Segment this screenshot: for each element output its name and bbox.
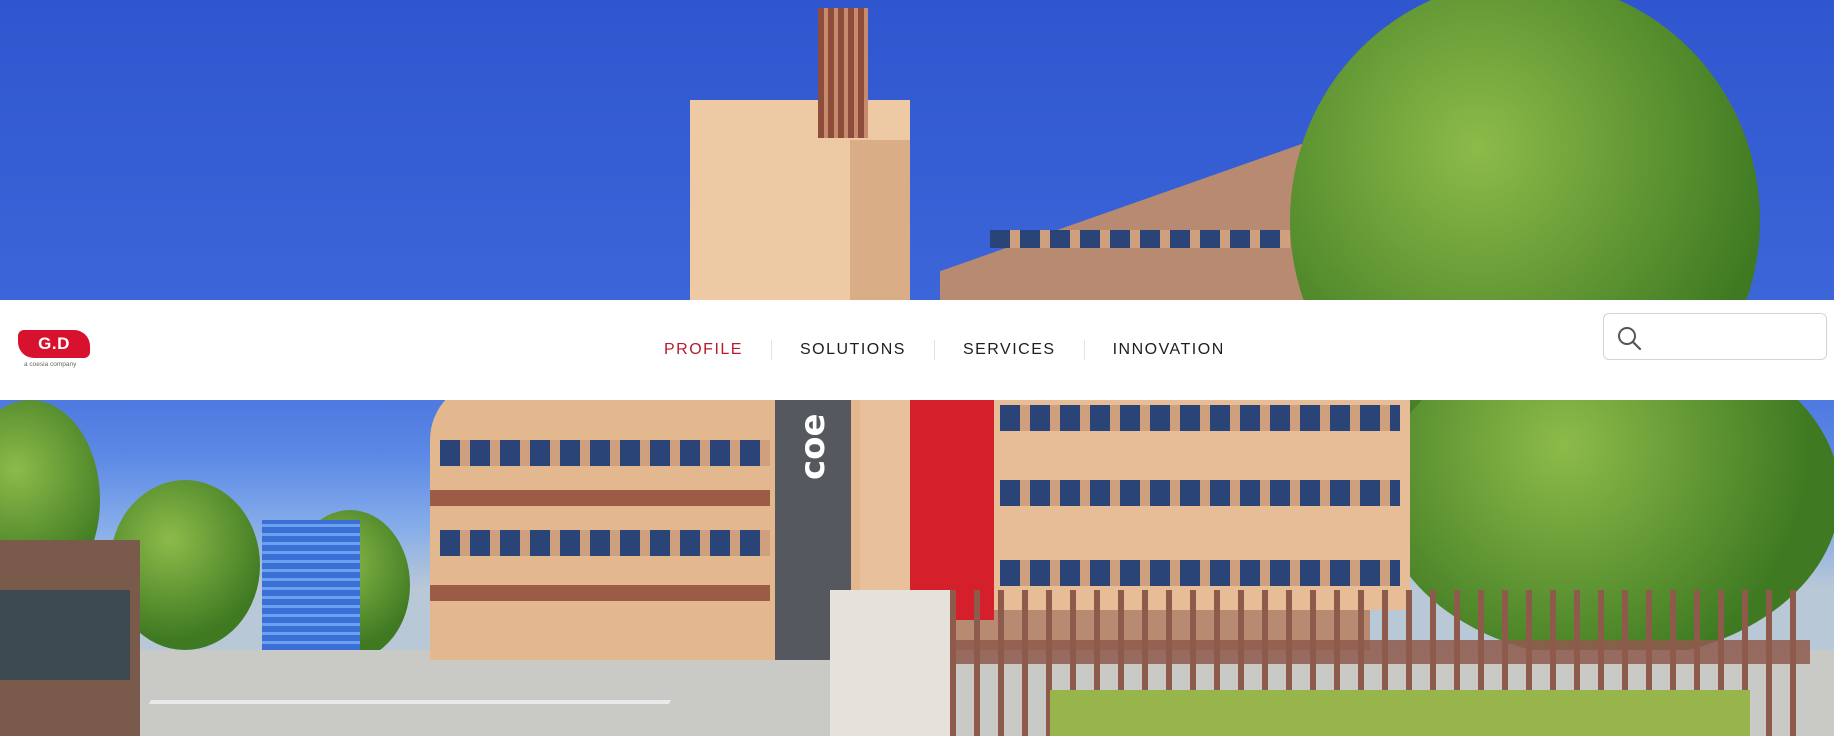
search-input[interactable]: [1650, 322, 1824, 354]
hedge: [1050, 690, 1750, 736]
fence-rail: [950, 640, 1810, 664]
nav-item-profile[interactable]: PROFILE: [636, 340, 771, 360]
window-row: [1000, 480, 1400, 506]
nav-item-services[interactable]: SERVICES: [933, 340, 1084, 360]
building-band: [430, 490, 770, 506]
window-row: [1000, 405, 1400, 431]
window-row: [1000, 560, 1400, 586]
blue-office-tower: [262, 520, 360, 650]
nav-item-solutions[interactable]: SOLUTIONS: [770, 340, 934, 360]
window-row: [990, 230, 1290, 248]
logo-tagline: a coesia company: [24, 361, 77, 368]
gd-logo[interactable]: G.D a coesia company: [18, 330, 92, 372]
building-band: [430, 585, 770, 601]
tower-spire: [818, 8, 868, 138]
road-marking: [148, 700, 672, 704]
window-row: [440, 440, 770, 466]
totem-logo: coe: [793, 413, 833, 480]
search-icon[interactable]: [1616, 325, 1642, 351]
search-box[interactable]: [1603, 313, 1827, 360]
logo-badge: G.D: [18, 330, 90, 358]
main-nav: PROFILE SOLUTIONS SERVICES INNOVATION: [636, 300, 1253, 400]
gate-post: [830, 590, 950, 736]
gatehouse-window: [0, 590, 130, 680]
nav-item-innovation[interactable]: INNOVATION: [1083, 340, 1253, 360]
window-row: [440, 530, 770, 556]
